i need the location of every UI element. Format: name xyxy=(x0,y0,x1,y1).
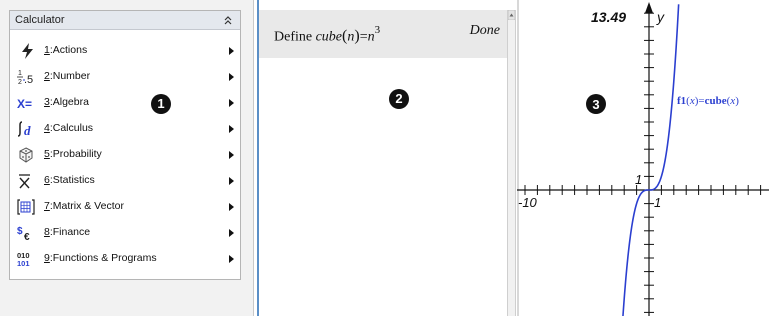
menu-item-finance[interactable]: $ € 8:Finance xyxy=(10,220,240,246)
algebra-glyph: X= xyxy=(17,97,32,111)
function-label[interactable]: f1(x)=cube(x) xyxy=(677,95,739,107)
dollar-euro-icon: $ € xyxy=(17,226,30,242)
chevron-right-icon xyxy=(229,125,234,133)
chevron-right-icon xyxy=(229,99,234,107)
x-bar-icon xyxy=(19,174,30,189)
svg-text:$: $ xyxy=(17,226,23,237)
binary-bottom-glyph: 101 xyxy=(17,259,30,268)
menu-item-probability[interactable]: 5:Probability xyxy=(10,142,240,168)
menu-panel: Calculator 1:Actions 1 2 .5 2:Number X= … xyxy=(0,0,254,316)
result-done: Done xyxy=(469,23,500,38)
callout-2: 2 xyxy=(389,89,409,109)
menu-item-functions-programs[interactable]: 010 101 9:Functions & Programs xyxy=(10,246,240,272)
menu-item-algebra[interactable]: X= 3:Algebra xyxy=(10,90,240,116)
menu-header: Calculator xyxy=(10,11,240,30)
chevron-right-icon xyxy=(229,177,234,185)
calculus-glyph: d xyxy=(24,123,31,138)
calculator-panel[interactable]: Define cube(n)=n3 Done 2 xyxy=(257,0,507,316)
callout-1: 1 xyxy=(151,94,171,114)
svg-text:2: 2 xyxy=(18,79,22,86)
y-axis-arrow-icon xyxy=(645,2,653,13)
chevron-right-icon xyxy=(229,73,234,81)
chevron-right-icon xyxy=(229,255,234,263)
y-axis-label: y xyxy=(656,9,665,25)
menu-item-label: :Statistics xyxy=(49,174,95,186)
menu-item-label: :Actions xyxy=(49,44,88,56)
function-curve[interactable] xyxy=(621,4,680,321)
menu-item-matrix-vector[interactable]: 7:Matrix & Vector xyxy=(10,194,240,220)
graph-panel[interactable]: 13.49 y -10 1 1 f1(x)=cube(x) 3 xyxy=(517,0,769,321)
binary-icon: 010 101 xyxy=(17,251,30,268)
function-name: cube xyxy=(315,29,343,45)
menu-item-calculus[interactable]: d 4:Calculus xyxy=(10,116,240,142)
calculator-menu: Calculator 1:Actions 1 2 .5 2:Number X= … xyxy=(9,10,241,280)
scroll-up-icon[interactable] xyxy=(508,10,515,20)
x-tick-label-1: 1 xyxy=(654,195,661,210)
callout-3-label: 3 xyxy=(592,97,599,112)
chevron-right-icon xyxy=(229,47,234,55)
menu-item-label: :Algebra xyxy=(49,96,89,108)
menu-item-label: :Number xyxy=(49,70,91,82)
lightning-icon xyxy=(22,43,33,59)
svg-text:1: 1 xyxy=(18,70,22,77)
calculator-entry[interactable]: Define cube(n)=n3 Done xyxy=(259,10,507,58)
x-min-label: -10 xyxy=(518,195,538,210)
chevron-right-icon xyxy=(229,229,234,237)
exponent: 3 xyxy=(374,24,381,36)
calc-expression: Define cube(n)=n3 xyxy=(274,24,381,45)
menu-item-number[interactable]: 1 2 .5 2 :Number xyxy=(10,64,240,90)
graph-canvas[interactable]: 13.49 y -10 1 1 f1(x)=cube(x) 3 xyxy=(517,0,769,321)
menu-item-actions[interactable]: 1:Actions xyxy=(10,38,240,64)
function-rhs: n xyxy=(367,29,375,45)
y-max-label: 13.49 xyxy=(591,9,626,25)
menu-item-label: :Probability xyxy=(49,148,102,160)
menu-item-label: :Matrix & Vector xyxy=(49,200,124,212)
chevron-right-icon xyxy=(229,203,234,211)
matrix-icon xyxy=(17,199,35,215)
menu-title: Calculator xyxy=(15,14,65,26)
chevron-right-icon xyxy=(229,151,234,159)
dice-icon xyxy=(19,147,33,163)
menu-item-label: :Finance xyxy=(49,226,91,238)
menu-item-label: :Calculus xyxy=(49,122,94,134)
define-keyword: Define xyxy=(274,29,316,45)
collapse-icon[interactable] xyxy=(222,12,234,28)
menu-item-statistics[interactable]: 6:Statistics xyxy=(10,168,240,194)
scrollbar[interactable] xyxy=(507,10,516,316)
svg-text:€: € xyxy=(24,232,30,242)
integral-d-icon: d xyxy=(17,121,31,138)
y-tick-label-1: 1 xyxy=(635,172,642,187)
decimal-glyph: .5 xyxy=(24,74,33,86)
fraction-decimal-icon: 1 2 .5 xyxy=(17,70,33,86)
menu-item-label: :Functions & Programs xyxy=(49,252,157,264)
x-equals-icon: X= xyxy=(17,97,32,111)
